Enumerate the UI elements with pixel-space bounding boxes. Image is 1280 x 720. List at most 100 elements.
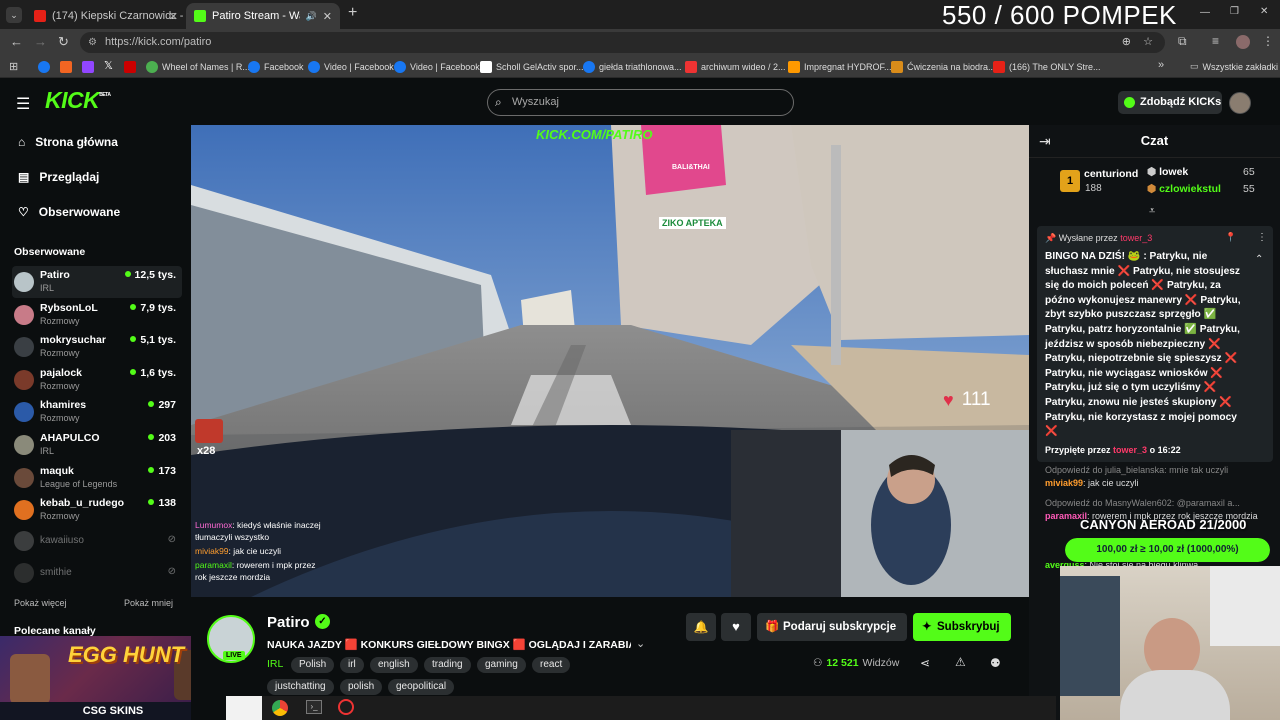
- nav-home[interactable]: ⌂ Strona główna: [18, 135, 118, 149]
- stream-category[interactable]: IRL: [267, 658, 283, 670]
- stream-tag[interactable]: geopolitical: [388, 679, 455, 695]
- user-settings-icon[interactable]: ⚉: [990, 656, 1001, 670]
- bookmark-item[interactable]: Impregnat HYDROF...: [788, 61, 892, 73]
- sidebar-channel[interactable]: khamires Rozmowy 297: [12, 396, 182, 428]
- show-less-link[interactable]: Pokaż mniej: [124, 598, 173, 608]
- bookmark-item[interactable]: archiwum wideo / 2...: [685, 61, 786, 73]
- nav-browse[interactable]: ▤ Przeglądaj: [18, 170, 99, 184]
- bookmark-item[interactable]: giełda triathlonowa...: [583, 61, 682, 73]
- bookmark-item[interactable]: Scholl GelActiv spor...: [480, 61, 584, 73]
- stream-tag[interactable]: justchatting: [267, 679, 334, 695]
- tab-kick[interactable]: Patiro Stream - Watch Live on 🔊 ✕: [186, 3, 340, 29]
- tab-search-icon[interactable]: ⌄: [6, 7, 22, 23]
- bookmark-star-icon[interactable]: ☆: [1143, 32, 1153, 53]
- back-icon[interactable]: ←: [10, 34, 23, 49]
- terminal-icon[interactable]: ›_: [306, 700, 322, 714]
- twitch-icon[interactable]: [82, 61, 94, 73]
- restore-icon[interactable]: ❐: [1230, 6, 1239, 17]
- offline-channel[interactable]: smithie ⊘: [12, 559, 182, 587]
- show-more-link[interactable]: Pokaż więcej: [14, 598, 67, 608]
- zoom-icon[interactable]: ⊕: [1122, 32, 1131, 53]
- youtube-icon[interactable]: [124, 61, 136, 73]
- pinned-options-icon[interactable]: ⋮: [1257, 232, 1267, 243]
- bookmark-item[interactable]: (166) The ONLY Stre...: [993, 61, 1101, 73]
- leader-entry[interactable]: ⬢ lowek: [1147, 166, 1188, 178]
- menu-kebab-icon[interactable]: ⋮: [1262, 34, 1274, 48]
- forward-icon[interactable]: →: [34, 34, 47, 49]
- sidebar-channel[interactable]: RybsonLoL Rozmowy 7,9 tys.: [12, 299, 182, 331]
- pin-icon: 📌: [1045, 233, 1057, 243]
- bookmark-item[interactable]: Video | Facebook: [394, 61, 480, 73]
- sidebar-channel[interactable]: Patiro IRL 12,5 tys.: [12, 266, 182, 298]
- channel-name: khamires: [40, 399, 87, 412]
- reload-icon[interactable]: ↻: [58, 34, 69, 50]
- chat-user[interactable]: miviak99: [1045, 478, 1083, 488]
- kick-logo[interactable]: KICKBETA: [45, 87, 111, 114]
- wheel-icon: [146, 61, 158, 73]
- user-avatar[interactable]: [1229, 92, 1251, 114]
- bookmark-label: (166) The ONLY Stre...: [1009, 62, 1101, 72]
- stream-title: NAUKA JAZDY 🟥 KONKURS GIEŁDOWY BINGX 🟥 O…: [267, 639, 631, 651]
- follow-button[interactable]: ♥: [721, 613, 751, 641]
- facebook-icon[interactable]: [38, 61, 50, 73]
- stream-tag[interactable]: irl: [340, 657, 364, 673]
- video-player[interactable]: KICK.COM/PATIRO ZIKO APTEKA BALI&THAI ♥ …: [191, 125, 1029, 597]
- bookmark-item[interactable]: Wheel of Names | R...: [146, 61, 250, 73]
- pinned-by-user[interactable]: tower_3: [1113, 445, 1147, 455]
- speaker-icon[interactable]: 🔊: [306, 11, 317, 22]
- unpin-icon[interactable]: 📍: [1225, 232, 1236, 243]
- stream-tag[interactable]: polish: [340, 679, 383, 695]
- expand-leaderboard-icon[interactable]: ⩡: [1149, 205, 1155, 218]
- media-icon[interactable]: ≡: [1212, 34, 1219, 48]
- channel-name: Patiro: [40, 269, 70, 281]
- sidebar-channel[interactable]: kebab_u_rudego Rozmowy 138: [12, 494, 182, 526]
- stream-tag[interactable]: react: [532, 657, 571, 673]
- report-icon[interactable]: ⚠: [955, 655, 966, 669]
- close-window-icon[interactable]: ✕: [1260, 6, 1268, 17]
- offline-channel[interactable]: kawaiiuso ⊘: [12, 527, 182, 555]
- subscribe-button[interactable]: ✦ Subskrybuj: [913, 613, 1011, 641]
- bookmark-icon[interactable]: [60, 61, 72, 73]
- stream-tag[interactable]: english: [370, 657, 418, 673]
- share-icon[interactable]: ⋖: [920, 656, 930, 670]
- apps-grid-icon[interactable]: ⊞: [9, 60, 18, 73]
- url-input[interactable]: ⚙ https://kick.com/patiro ⊕ ☆: [80, 32, 1165, 53]
- sidebar-channel[interactable]: pajalock Rozmowy 1,6 tys.: [12, 364, 182, 396]
- new-tab-icon[interactable]: +: [348, 4, 357, 22]
- site-info-icon[interactable]: ⚙: [88, 32, 97, 53]
- hamburger-menu-icon[interactable]: ☰: [16, 94, 30, 114]
- tab-close-icon[interactable]: ✕: [169, 10, 178, 23]
- extensions-icon[interactable]: ⧉: [1178, 34, 1187, 49]
- chat-text: : jak cie uczyli: [228, 546, 281, 556]
- profile-avatar[interactable]: [1236, 35, 1250, 49]
- gift-sub-button[interactable]: 🎁 Podaruj subskrypcje: [757, 613, 907, 641]
- tab-youtube[interactable]: (174) Kiepski Czarnowidz - Świe ✕: [26, 3, 184, 29]
- get-kicks-button[interactable]: Zdobądź KICKs: [1118, 91, 1222, 114]
- leader-entry[interactable]: ⬢ czlowiekstul: [1147, 183, 1221, 195]
- minimize-icon[interactable]: —: [1200, 7, 1210, 18]
- tab-close-icon[interactable]: ✕: [323, 10, 332, 23]
- notifications-button[interactable]: 🔔: [686, 613, 716, 641]
- obs-icon[interactable]: [338, 699, 354, 715]
- chrome-icon[interactable]: [272, 700, 288, 716]
- sent-by-user[interactable]: tower_3: [1120, 233, 1152, 243]
- streamer-name[interactable]: Patiro: [267, 614, 310, 631]
- sidebar-channel[interactable]: maquk League of Legends 173: [12, 462, 182, 494]
- bookmark-item[interactable]: Ćwiczenia na biodra...: [891, 61, 996, 73]
- more-bookmarks-icon[interactable]: »: [1158, 59, 1164, 71]
- x-icon[interactable]: 𝕏: [104, 59, 113, 72]
- expand-title-icon[interactable]: ⌄: [636, 637, 645, 650]
- nav-following[interactable]: ♡ Obserwowane: [18, 205, 120, 219]
- stream-tag[interactable]: gaming: [477, 657, 526, 673]
- leader-name[interactable]: centuriond: [1084, 168, 1138, 180]
- donation-goal-bar: 100,00 zł ≥ 10,00 zł (1000,00%): [1065, 538, 1270, 562]
- sidebar-channel[interactable]: AHAPULCO IRL 203: [12, 429, 182, 461]
- sidebar-channel[interactable]: mokrysuchar Rozmowy 5,1 tys.: [12, 331, 182, 363]
- all-bookmarks-folder[interactable]: ▭ Wszystkie zakładki: [1190, 61, 1278, 72]
- collapse-pinned-icon[interactable]: ⌃: [1255, 254, 1263, 265]
- bookmark-item[interactable]: Video | Facebook: [308, 61, 394, 73]
- search-input[interactable]: ⌕ Wyszukaj: [487, 89, 794, 116]
- stream-tag[interactable]: trading: [424, 657, 471, 673]
- bookmark-item[interactable]: Facebook: [248, 61, 304, 73]
- stream-tag[interactable]: Polish: [291, 657, 335, 673]
